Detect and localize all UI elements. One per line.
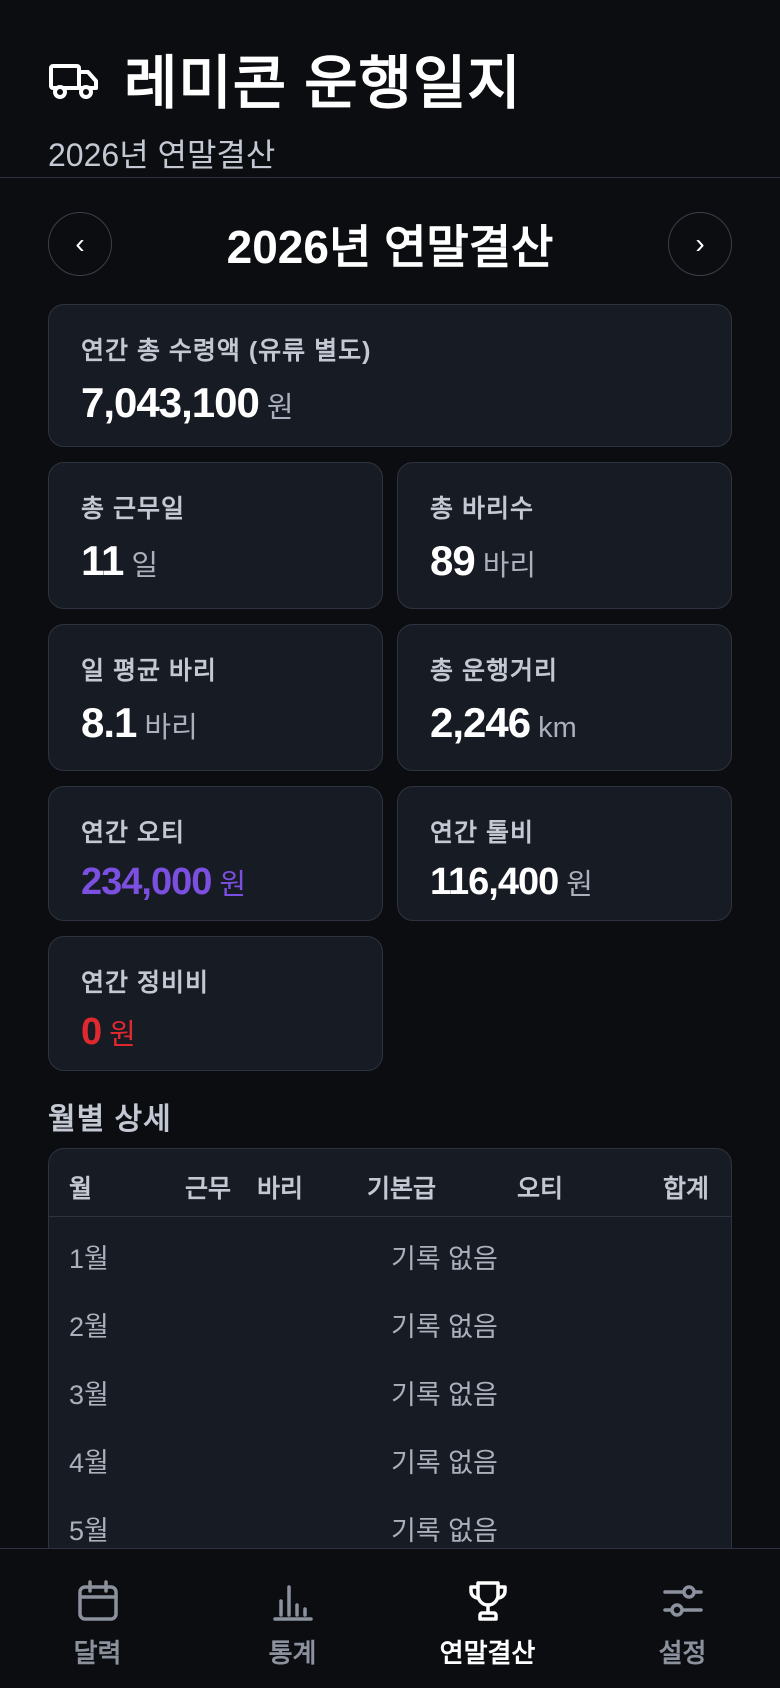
title-row: 레미콘 운행일지 xyxy=(48,36,732,120)
column-header-month: 월 xyxy=(69,1175,93,1203)
nav-item-calendar[interactable]: 달력 xyxy=(0,1549,195,1688)
row-month: 2월 xyxy=(69,1312,109,1342)
card-label: 일 평균 바리 xyxy=(81,657,217,685)
card-unit: 바리 xyxy=(482,550,537,582)
card-value: 234,000 xyxy=(81,861,212,903)
card-value: 7,043,100 xyxy=(81,379,260,426)
card-label: 총 운행거리 xyxy=(430,657,558,685)
nav-label: 설정 xyxy=(658,1638,707,1668)
column-header-workdays: 근무 xyxy=(185,1175,232,1203)
table-row[interactable]: 4월 기록 없음 xyxy=(49,1421,731,1489)
truck-icon xyxy=(49,64,98,99)
card-label: 연간 총 수령액 (유류 별도) xyxy=(81,337,372,365)
year-title: 2026년 연말결산 xyxy=(226,221,554,273)
nav-item-settings[interactable]: 설정 xyxy=(585,1549,780,1688)
app-header: 레미콘 운행일지 2026년 연말결산 xyxy=(0,0,780,178)
nav-item-year-end[interactable]: 연말결산 xyxy=(390,1549,585,1688)
card-value: 89 xyxy=(430,537,476,584)
bar-chart-icon xyxy=(272,1585,313,1621)
card-value: 2,246 xyxy=(430,699,531,746)
card-value: 8.1 xyxy=(81,699,137,746)
row-month: 1월 xyxy=(69,1244,109,1274)
card-annual-maintenance: 연간 정비비 0 원 xyxy=(48,936,383,1071)
card-total-loads: 총 바리수 89 바리 xyxy=(397,462,732,609)
card-unit: 바리 xyxy=(144,712,198,744)
column-header-loads: 바리 xyxy=(257,1175,304,1203)
prev-year-button[interactable]: ‹ xyxy=(48,212,112,276)
card-unit: km xyxy=(538,712,577,744)
next-year-button[interactable]: › xyxy=(668,212,732,276)
nav-label: 달력 xyxy=(73,1638,122,1668)
monthly-section-title: 월별 상세 xyxy=(48,1103,172,1136)
sliders-icon xyxy=(662,1585,703,1617)
row-empty-status: 기록 없음 xyxy=(391,1448,498,1478)
column-header-base-pay: 기본급 xyxy=(367,1175,437,1203)
card-unit: 원 xyxy=(219,869,247,901)
card-label: 총 근무일 xyxy=(81,495,185,523)
table-row[interactable]: 2월 기록 없음 xyxy=(49,1285,731,1353)
card-value: 11 xyxy=(81,537,124,584)
card-unit: 일 xyxy=(131,550,159,582)
row-month: 5월 xyxy=(69,1516,109,1546)
table-row[interactable]: 5월 기록 없음 xyxy=(49,1489,731,1557)
row-empty-status: 기록 없음 xyxy=(391,1516,498,1546)
card-annual-toll: 연간 톨비 116,400 원 xyxy=(397,786,732,921)
row-empty-status: 기록 없음 xyxy=(391,1244,498,1274)
table-header: 월 근무 바리 기본급 오티 합계 xyxy=(49,1149,731,1217)
nav-item-stats[interactable]: 통계 xyxy=(195,1549,390,1688)
app-title: 레미콘 운행일지 xyxy=(124,51,522,116)
card-annual-overtime: 연간 오티 234,000 원 xyxy=(48,786,383,921)
nav-label: 통계 xyxy=(268,1638,317,1668)
column-header-overtime: 오티 xyxy=(517,1175,564,1203)
row-month: 4월 xyxy=(69,1448,109,1478)
card-label: 총 바리수 xyxy=(430,495,534,523)
table-row[interactable]: 3월 기록 없음 xyxy=(49,1353,731,1421)
card-work-days: 총 근무일 11 일 xyxy=(48,462,383,609)
table-row[interactable]: 1월 기록 없음 xyxy=(49,1217,731,1285)
card-label: 연간 정비비 xyxy=(81,969,209,997)
card-unit: 원 xyxy=(109,1019,136,1051)
card-unit: 원 xyxy=(266,392,294,424)
card-daily-avg-loads: 일 평균 바리 8.1 바리 xyxy=(48,624,383,771)
app-subtitle: 2026년 연말결산 xyxy=(48,137,276,173)
card-value: 116,400 xyxy=(430,861,559,903)
trophy-icon xyxy=(468,1581,507,1621)
column-header-total: 합계 xyxy=(663,1175,710,1203)
year-navigation: ‹ 2026년 연말결산 › xyxy=(48,212,732,276)
card-total-income: 연간 총 수령액 (유류 별도) 7,043,100 원 xyxy=(48,304,732,447)
row-month: 3월 xyxy=(69,1380,109,1410)
card-label: 연간 톨비 xyxy=(430,819,534,847)
card-unit: 원 xyxy=(566,869,593,901)
bottom-nav: 달력 통계 연말결산 설정 xyxy=(0,1548,780,1688)
card-value: 0 xyxy=(81,1011,102,1053)
row-empty-status: 기록 없음 xyxy=(391,1380,498,1410)
row-empty-status: 기록 없음 xyxy=(391,1312,498,1342)
nav-label: 연말결산 xyxy=(439,1638,536,1668)
calendar-icon xyxy=(77,1580,118,1621)
card-label: 연간 오티 xyxy=(81,819,185,847)
card-total-distance: 총 운행거리 2,246 km xyxy=(397,624,732,771)
